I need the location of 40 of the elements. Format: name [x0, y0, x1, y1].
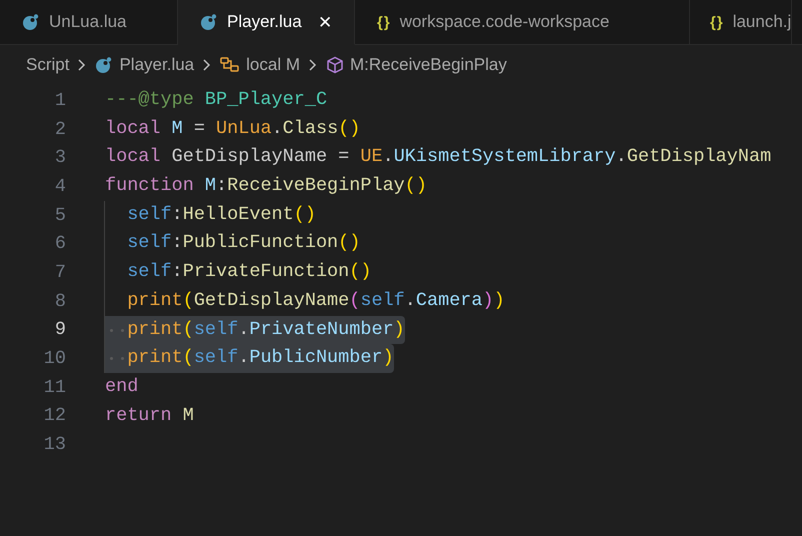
code-line: local M = UnLua.Class()	[105, 116, 360, 141]
line-number: 6	[54, 233, 67, 254]
line-number: 1	[54, 90, 67, 111]
line-number: 9	[54, 319, 67, 340]
line-number: 7	[54, 262, 67, 283]
editor-tab[interactable]: Player.lua ✕	[178, 0, 355, 45]
code-line: function M:ReceiveBeginPlay()	[105, 174, 427, 198]
line-number: 12	[42, 405, 67, 426]
editor-tab[interactable]: {} launch.j	[690, 0, 792, 44]
line-number: 10	[42, 348, 67, 370]
code-line: self:PublicFunction()	[104, 229, 360, 258]
chevron-right-icon	[202, 58, 212, 72]
braces-icon: {}	[377, 14, 391, 30]
code-line: self:HelloEvent()	[104, 200, 316, 230]
chevron-right-icon	[308, 58, 318, 72]
code-line: self:PrivateFunction()	[104, 258, 372, 287]
code-line: ---@type BP_Player_C	[105, 88, 328, 112]
code-line: local GetDisplayName = UE.UKismetSystemLibrary.GetDisplayNam	[105, 145, 772, 170]
breadcrumb-item[interactable]: Script	[26, 55, 70, 75]
moon-icon	[95, 56, 114, 74]
variable-icon	[220, 56, 240, 74]
chevron-right-icon	[77, 58, 88, 72]
code-line: return M	[105, 404, 194, 428]
line-number: 3	[54, 147, 67, 168]
cube-icon	[326, 56, 344, 74]
breadcrumb-item[interactable]: M:ReceiveBeginPlay	[350, 55, 507, 75]
moon-icon	[200, 13, 218, 31]
line-number: 2	[54, 118, 67, 140]
breadcrumb-item[interactable]: local M	[246, 55, 300, 75]
breadcrumb-item[interactable]: Player.lua	[119, 55, 194, 75]
editor-tab[interactable]: {} workspace.code-workspace	[355, 0, 690, 44]
line-number: 4	[54, 176, 67, 197]
line-number: 5	[54, 204, 67, 226]
line-number: 8	[54, 290, 67, 312]
braces-icon: {}	[710, 14, 724, 30]
close-icon[interactable]: ✕	[318, 12, 332, 32]
line-number: 13	[42, 434, 67, 456]
moon-icon	[22, 13, 40, 31]
code-line: end	[105, 374, 138, 399]
line-number: 11	[42, 376, 67, 398]
